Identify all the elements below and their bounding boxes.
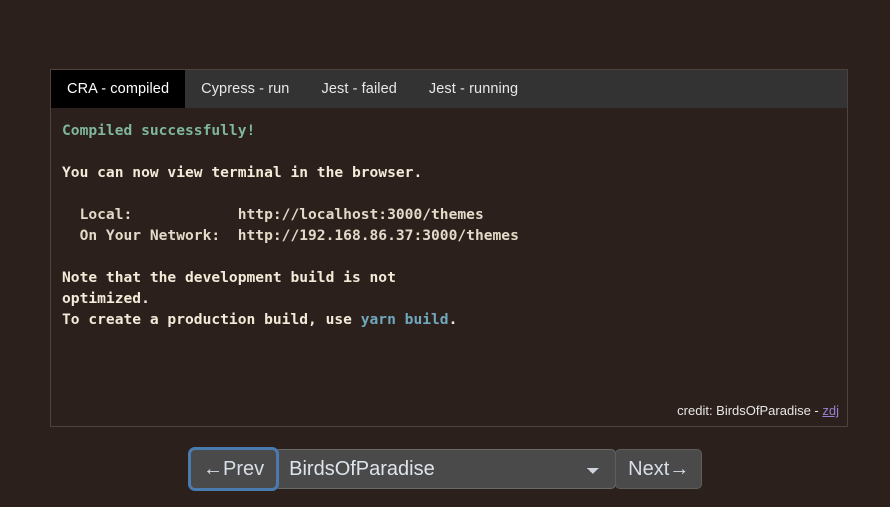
credit-text: credit: BirdsOfParadise - <box>677 403 823 418</box>
tab-cypress-run[interactable]: Cypress - run <box>185 70 305 108</box>
tab-cra-compiled[interactable]: CRA - compiled <box>51 70 186 108</box>
terminal-line-text <box>62 185 71 202</box>
terminal-output-lines: Compiled successfully! You can now view … <box>51 120 847 330</box>
prev-theme-button[interactable]: ←Prev <box>187 447 280 491</box>
terminal-line-text: optimized. <box>62 290 150 307</box>
theme-navigation-bar: ←Prev BirdsOfParadise Next→ <box>187 447 703 491</box>
terminal-line <box>51 246 847 267</box>
credit: credit: BirdsOfParadise - zdj <box>677 400 839 421</box>
terminal-command-token: yarn build <box>360 311 449 328</box>
terminal-line: To create a production build, use yarn b… <box>51 309 847 330</box>
terminal-line-text <box>62 248 71 265</box>
terminal-line-text <box>62 143 71 160</box>
terminal-line: optimized. <box>51 288 847 309</box>
tab-label: CRA - compiled <box>67 81 170 97</box>
terminal-line: On Your Network: http://192.168.86.37:30… <box>51 225 847 246</box>
terminal-line-text: On Your Network: http://192.168.86.37:30… <box>62 227 519 244</box>
tab-label: Jest - failed <box>321 81 397 97</box>
terminal-tab-bar: CRA - compiled Cypress - run Jest - failed… <box>51 70 847 108</box>
terminal-line: Compiled successfully! <box>51 120 847 141</box>
terminal-line: You can now view terminal in the browser… <box>51 162 847 183</box>
terminal-line: Note that the development build is not <box>51 267 847 288</box>
terminal-line-text: Compiled successfully! <box>62 122 256 139</box>
terminal-line: Local: http://localhost:3000/themes <box>51 204 847 225</box>
next-theme-button[interactable]: Next→ <box>615 449 703 489</box>
theme-select[interactable]: BirdsOfParadise <box>274 449 617 489</box>
tab-jest-failed[interactable]: Jest - failed <box>305 70 412 108</box>
terminal-line-text: Local: http://localhost:3000/themes <box>62 206 484 223</box>
terminal-line-text: To create a production build, use <box>62 311 361 328</box>
terminal-preview-panel: CRA - compiled Cypress - run Jest - failed… <box>50 69 848 427</box>
terminal-line-text: You can now view terminal in the browser… <box>62 164 423 181</box>
terminal-line-tail: . <box>448 311 458 328</box>
terminal-line <box>51 183 847 204</box>
tab-label: Cypress - run <box>201 81 290 97</box>
tab-label: Jest - running <box>428 81 519 97</box>
tab-jest-running[interactable]: Jest - running <box>413 70 534 108</box>
terminal-line-text: Note that the development build is not <box>62 269 396 286</box>
credit-link[interactable]: zdj <box>822 403 839 418</box>
terminal-output: Compiled successfully! You can now view … <box>51 108 847 426</box>
terminal-line <box>51 141 847 162</box>
